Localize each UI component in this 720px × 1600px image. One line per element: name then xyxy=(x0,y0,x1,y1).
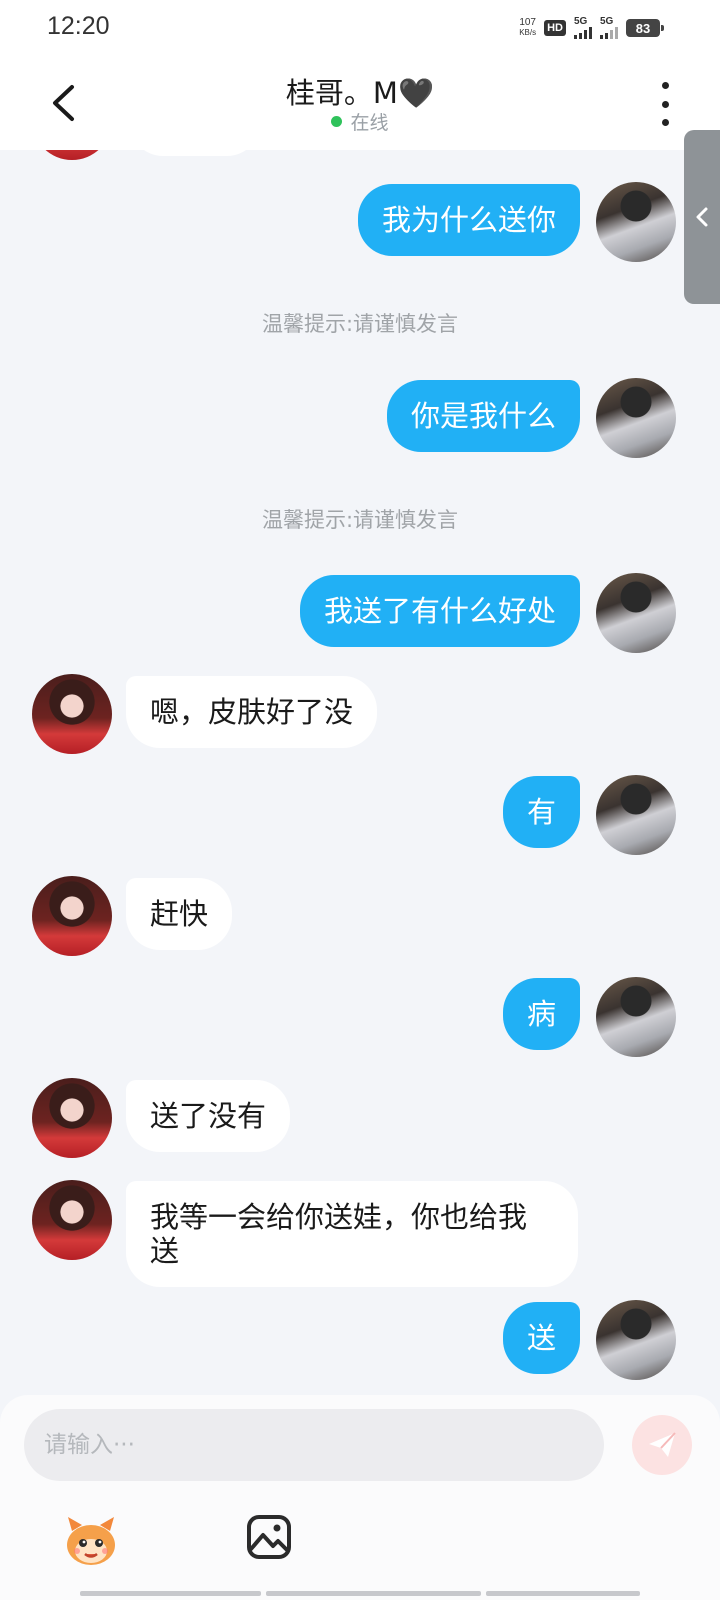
signal-sim2-icon: 5G xyxy=(600,17,618,39)
contact-avatar[interactable] xyxy=(32,1180,112,1260)
message-bubble-self[interactable]: 我为什么送你 xyxy=(357,184,580,256)
contact-avatar[interactable] xyxy=(32,876,112,956)
self-avatar[interactable] xyxy=(596,573,676,653)
message-bubble-self[interactable]: 送 xyxy=(502,1302,580,1374)
sim1-label: 5G xyxy=(574,16,588,27)
contact-name: 桂哥。M🖤 xyxy=(285,76,435,110)
more-options-button[interactable] xyxy=(650,82,680,126)
network-speed-unit: KB/s xyxy=(519,28,537,37)
message-line: 我等一会给你送娃，你也给我 xyxy=(150,1200,528,1234)
bottom-indicator xyxy=(80,1591,640,1596)
self-avatar[interactable] xyxy=(596,182,676,262)
online-status: 在线 xyxy=(0,108,720,135)
message-bubble-self[interactable]: 我送了有什么好处 xyxy=(299,575,580,647)
online-dot-icon xyxy=(331,116,343,127)
self-avatar[interactable] xyxy=(596,977,676,1057)
chevron-left-icon xyxy=(696,207,708,227)
input-panel xyxy=(0,1395,720,1600)
message-bubble-other[interactable]: 我等一会给你送娃，你也给我 送 xyxy=(126,1181,578,1287)
message-input[interactable] xyxy=(24,1409,604,1481)
send-button[interactable] xyxy=(632,1415,692,1475)
chat-header: 桂哥。M🖤 在线 xyxy=(0,56,720,150)
message-bubble-self[interactable]: 有 xyxy=(502,776,580,848)
online-status-text: 在线 xyxy=(350,112,389,134)
message-line: 送 xyxy=(150,1234,180,1268)
message-bubble-self[interactable]: 病 xyxy=(502,978,580,1050)
image-svg xyxy=(247,1515,291,1559)
battery-icon: 83 xyxy=(626,19,664,37)
self-avatar[interactable] xyxy=(596,1300,676,1380)
image-icon[interactable] xyxy=(245,1513,293,1561)
sticker-mascot-svg xyxy=(67,1517,115,1565)
self-avatar[interactable] xyxy=(596,775,676,855)
network-speed: 107 KB/s xyxy=(519,18,536,38)
contact-avatar[interactable] xyxy=(32,150,112,160)
side-drawer-handle[interactable] xyxy=(684,130,720,304)
status-icons: 107 KB/s HD 5G 5G 83 xyxy=(519,14,664,42)
status-bar: 12:20 107 KB/s HD 5G 5G 83 xyxy=(0,0,720,56)
self-avatar[interactable] xyxy=(596,378,676,458)
system-hint: 温馨提示:请谨慎发言 xyxy=(261,508,459,532)
sim2-label: 5G xyxy=(600,16,614,27)
sticker-mascot-icon[interactable] xyxy=(62,1513,120,1571)
more-dot-icon xyxy=(661,82,669,89)
message-bubble-other[interactable]: 送了没有 xyxy=(126,1080,291,1152)
more-dot-icon xyxy=(661,119,669,126)
contact-avatar[interactable] xyxy=(32,674,112,754)
message-bubble-other[interactable]: 嗯，皮肤好了没 xyxy=(126,676,378,748)
status-time: 12:20 xyxy=(47,12,110,40)
message-bubble-self[interactable]: 你是我什么 xyxy=(386,380,580,452)
system-hint: 温馨提示:请谨慎发言 xyxy=(261,312,459,336)
message-list[interactable]: 我为什么送你 温馨提示:请谨慎发言 你是我什么 温馨提示:请谨慎发言 我送了有什… xyxy=(0,150,720,1395)
contact-avatar[interactable] xyxy=(32,1078,112,1158)
send-plane-icon xyxy=(649,1432,676,1457)
signal-sim1-icon: 5G xyxy=(574,17,592,39)
message-bubble-partial xyxy=(130,150,260,156)
hd-icon: HD xyxy=(544,20,566,36)
message-bubble-other[interactable]: 赶快 xyxy=(126,878,233,950)
more-dot-icon xyxy=(661,100,669,108)
network-speed-value: 107 xyxy=(519,17,536,28)
